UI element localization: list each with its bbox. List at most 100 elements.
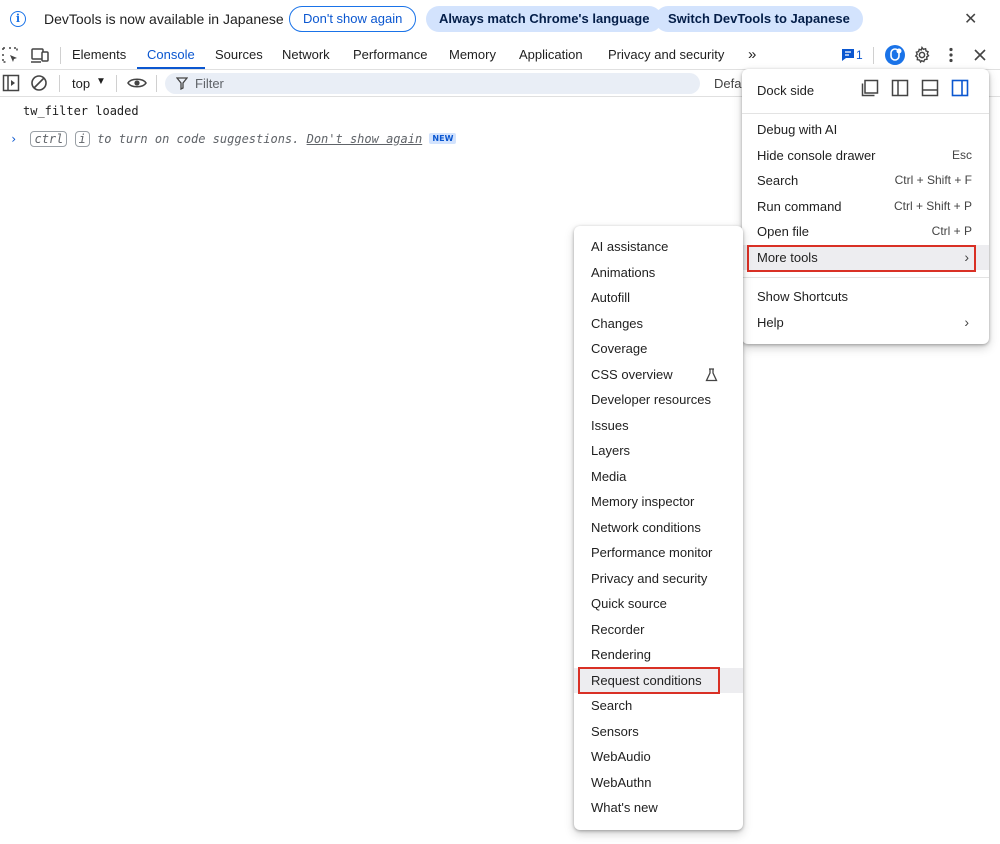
- menu-item-show-shortcuts[interactable]: Show Shortcuts: [742, 284, 989, 309]
- submenu-item-search[interactable]: Search: [574, 693, 743, 719]
- sidebar-toggle-icon[interactable]: [2, 74, 20, 92]
- tab-console[interactable]: Console: [137, 40, 205, 69]
- menu-item-search[interactable]: Search Ctrl + Shift + F: [742, 168, 989, 193]
- tabbar-separator: [873, 47, 874, 64]
- submenu-item-label: CSS overview: [591, 366, 673, 382]
- dock-side-options: [861, 79, 969, 97]
- filter-placeholder: Filter: [195, 76, 224, 91]
- info-icon: i: [10, 11, 26, 27]
- submenu-item-whats-new[interactable]: What's new: [574, 795, 743, 821]
- submenu-item-network-conditions[interactable]: Network conditions: [574, 515, 743, 541]
- filter-input[interactable]: Filter: [165, 73, 700, 94]
- menu-item-label: Open file: [757, 224, 810, 239]
- menu-item-shortcut: Ctrl + Shift + P: [893, 199, 972, 213]
- devtools-tabbar: Elements Console Sources Network Perform…: [0, 40, 1000, 70]
- submenu-item-media[interactable]: Media: [574, 464, 743, 490]
- log-levels-dropdown[interactable]: Defa: [714, 76, 741, 91]
- tabbar-separator: [60, 47, 61, 64]
- submenu-item-webauthn[interactable]: WebAuthn: [574, 770, 743, 796]
- device-toolbar-icon[interactable]: [31, 46, 49, 64]
- submenu-item-ai-assistance[interactable]: AI assistance: [574, 234, 743, 260]
- hint-ctrl-key: ctrl: [30, 131, 68, 147]
- menu-item-open-file[interactable]: Open file Ctrl + P: [742, 219, 989, 244]
- request-conditions-highlight: [578, 667, 720, 694]
- customize-menu-icon[interactable]: [942, 46, 960, 64]
- tab-memory[interactable]: Memory: [449, 40, 496, 69]
- menu-item-label: Search: [757, 173, 799, 188]
- menu-item-shortcut: Ctrl + Shift + F: [894, 173, 972, 187]
- more-tools-highlight: [747, 245, 976, 272]
- submenu-item-autofill[interactable]: Autofill: [574, 285, 743, 311]
- inspect-element-icon[interactable]: [1, 46, 19, 64]
- menu-divider: [742, 277, 989, 278]
- menu-item-label: Hide console drawer: [757, 148, 876, 163]
- switch-to-japanese-button[interactable]: Switch DevTools to Japanese: [655, 6, 863, 32]
- infobar-message: DevTools is now available in Japanese: [44, 11, 284, 27]
- more-tabs-icon[interactable]: »: [748, 40, 756, 69]
- submenu-item-recorder[interactable]: Recorder: [574, 617, 743, 643]
- menu-item-help[interactable]: Help ›: [742, 310, 989, 335]
- menu-item-shortcut: Ctrl + P: [931, 224, 972, 238]
- hint-i-key: i: [74, 131, 90, 147]
- submenu-item-changes[interactable]: Changes: [574, 311, 743, 337]
- menu-item-debug-with-ai[interactable]: Debug with AI: [742, 117, 989, 142]
- hint-dont-show-link[interactable]: Don't show again: [307, 132, 423, 146]
- menu-item-run-command[interactable]: Run command Ctrl + Shift + P: [742, 194, 989, 219]
- tab-network[interactable]: Network: [282, 40, 330, 69]
- issues-count[interactable]: 1: [856, 40, 863, 69]
- console-log-line: tw_filter loaded: [23, 104, 139, 118]
- submenu-item-sensors[interactable]: Sensors: [574, 719, 743, 745]
- dont-show-again-button[interactable]: Don't show again: [289, 6, 417, 32]
- dock-right-icon[interactable]: [951, 79, 969, 97]
- live-expression-eye-icon[interactable]: [126, 74, 148, 92]
- new-badge: NEW: [429, 133, 457, 144]
- context-selector[interactable]: top: [72, 76, 90, 91]
- language-infobar: i DevTools is now available in Japanese …: [0, 0, 1000, 40]
- filter-icon: [176, 77, 188, 90]
- menu-item-shortcut: Esc: [951, 148, 972, 162]
- clear-console-icon[interactable]: [30, 74, 48, 92]
- tab-performance[interactable]: Performance: [353, 40, 427, 69]
- submenu-item-issues[interactable]: Issues: [574, 413, 743, 439]
- submenu-item-coverage[interactable]: Coverage: [574, 336, 743, 362]
- submenu-item-performance-monitor[interactable]: Performance monitor: [574, 540, 743, 566]
- code-suggestions-hint: › ctrl i to turn on code suggestions. Do…: [10, 131, 457, 147]
- settings-gear-icon[interactable]: [913, 46, 931, 64]
- always-match-language-button[interactable]: Always match Chrome's language: [426, 6, 663, 32]
- tab-application[interactable]: Application: [519, 40, 583, 69]
- toolbar-separator: [156, 75, 157, 92]
- toolbar-separator: [59, 75, 60, 92]
- menu-divider: [742, 113, 989, 114]
- hint-text: to turn on code suggestions.: [97, 132, 307, 146]
- context-dropdown-icon[interactable]: ▼: [96, 76, 106, 87]
- submenu-item-quick-source[interactable]: Quick source: [574, 591, 743, 617]
- close-infobar-icon[interactable]: ✕: [964, 9, 977, 29]
- menu-item-hide-console-drawer[interactable]: Hide console drawer Esc: [742, 143, 989, 168]
- tab-elements[interactable]: Elements: [72, 40, 126, 69]
- more-tools-submenu: AI assistance Animations Autofill Change…: [574, 226, 743, 830]
- undock-icon[interactable]: [861, 79, 879, 97]
- submenu-item-layers[interactable]: Layers: [574, 438, 743, 464]
- tab-sources[interactable]: Sources: [215, 40, 263, 69]
- dock-left-icon[interactable]: [891, 79, 909, 97]
- submenu-item-css-overview[interactable]: CSS overview: [574, 362, 743, 388]
- issues-icon[interactable]: [841, 48, 855, 62]
- ai-assistance-icon[interactable]: [884, 44, 906, 66]
- menu-item-label: Run command: [757, 199, 842, 214]
- menu-item-label: Show Shortcuts: [757, 289, 849, 304]
- submenu-item-rendering[interactable]: Rendering: [574, 642, 743, 668]
- close-devtools-icon[interactable]: [971, 46, 989, 64]
- submenu-item-privacy-and-security[interactable]: Privacy and security: [574, 566, 743, 592]
- customize-devtools-menu: Dock side Debug with AI Hide console dra…: [742, 69, 989, 344]
- submenu-item-animations[interactable]: Animations: [574, 260, 743, 286]
- chevron-right-icon: ›: [964, 314, 969, 330]
- dock-side-label: Dock side: [757, 83, 815, 98]
- submenu-item-developer-resources[interactable]: Developer resources: [574, 387, 743, 413]
- submenu-item-memory-inspector[interactable]: Memory inspector: [574, 489, 743, 515]
- dock-bottom-icon[interactable]: [921, 79, 939, 97]
- submenu-item-webaudio[interactable]: WebAudio: [574, 744, 743, 770]
- experiment-flask-icon: [705, 367, 718, 381]
- menu-item-label: Help: [757, 315, 784, 330]
- tab-privacy-and-security[interactable]: Privacy and security: [608, 40, 724, 69]
- menu-item-label: Debug with AI: [757, 122, 838, 137]
